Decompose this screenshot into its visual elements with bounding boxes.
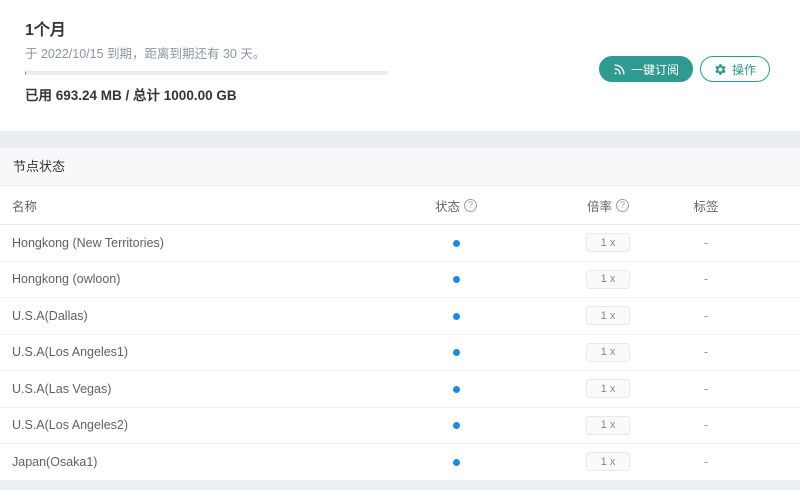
node-name: Hongkong (New Territories): [12, 235, 164, 250]
page-background-band-bottom: [0, 480, 800, 490]
node-name: U.S.A(Los Angeles2): [12, 418, 129, 433]
node-status-cell: [384, 236, 528, 250]
node-status-cell: [384, 272, 528, 286]
status-online-dot: [452, 312, 460, 320]
node-table-body: Hongkong (New Territories) 1 x - Hongkon…: [0, 225, 800, 481]
status-online-dot: [452, 422, 460, 430]
column-header-status: 状态 ?: [384, 196, 528, 215]
status-online-dot: [452, 385, 460, 393]
table-row: Hongkong (owloon) 1 x -: [0, 262, 800, 298]
node-name: U.S.A(Los Angeles1): [12, 345, 129, 360]
node-status-cell: [384, 455, 528, 469]
node-name: Hongkong (owloon): [12, 272, 121, 287]
rate-badge: 1 x: [586, 306, 630, 326]
page: 1个月 于 2022/10/15 到期，距离到期还有 30 天。 已用 693.…: [0, 0, 800, 490]
column-header-tag: 标签: [693, 199, 719, 214]
table-row: U.S.A(Dallas) 1 x -: [0, 298, 800, 335]
status-online-dot: [452, 349, 460, 357]
node-status-cell: [384, 345, 528, 359]
table-row: Japan(Osaka1) 1 x -: [0, 444, 800, 481]
node-tag: -: [703, 345, 709, 360]
section-title: 节点状态: [0, 148, 800, 186]
node-status-cell: [384, 382, 528, 396]
status-help-icon[interactable]: ?: [464, 198, 477, 212]
plan-actions: 一键订阅 操作: [598, 56, 770, 82]
plan-expiry-text: 于 2022/10/15 到期，距离到期还有 30 天。: [25, 47, 266, 61]
table-row: U.S.A(Las Vegas) 1 x -: [0, 371, 800, 408]
status-online-dot: [452, 458, 460, 466]
rate-help-icon[interactable]: ?: [616, 198, 629, 212]
column-header-name: 名称: [12, 199, 38, 214]
node-rate-cell: 1 x: [528, 233, 688, 253]
node-rate-cell: 1 x: [528, 452, 688, 472]
node-rate-cell: 1 x: [528, 342, 688, 362]
table-row: U.S.A(Los Angeles2) 1 x -: [0, 408, 800, 444]
node-tag: -: [703, 235, 709, 250]
table-row: U.S.A(Los Angeles1) 1 x -: [0, 335, 800, 371]
rate-badge: 1 x: [586, 269, 630, 289]
table-header-row: 名称 状态 ? 倍率 ? 标签: [0, 186, 800, 225]
node-rate-cell: 1 x: [528, 269, 688, 289]
subscribe-button-label: 一键订阅: [630, 62, 679, 77]
node-status-cell: [384, 309, 528, 323]
rate-badge: 1 x: [586, 233, 630, 253]
node-name: U.S.A(Dallas): [12, 308, 88, 323]
rate-badge: 1 x: [586, 342, 630, 362]
rate-badge: 1 x: [586, 452, 630, 472]
rate-badge: 1 x: [586, 415, 630, 435]
status-online-dot: [452, 276, 460, 284]
node-tag: -: [703, 418, 709, 433]
usage-text: 已用 693.24 MB / 总计 1000.00 GB: [25, 88, 237, 103]
gear-icon: [714, 63, 727, 76]
node-tag: -: [703, 454, 709, 469]
rss-icon: [613, 63, 626, 76]
status-online-dot: [452, 239, 460, 247]
node-tag: -: [703, 308, 709, 323]
node-tag: -: [703, 381, 709, 396]
nodes-card: 节点状态 名称 状态 ? 倍率 ? 标签 Hongkong (New Terri…: [0, 148, 800, 481]
node-name: Japan(Osaka1): [12, 454, 98, 469]
column-header-rate: 倍率 ?: [528, 196, 688, 215]
plan-card: 1个月 于 2022/10/15 到期，距离到期还有 30 天。 已用 693.…: [0, 0, 800, 131]
rate-badge: 1 x: [586, 379, 630, 399]
node-rate-cell: 1 x: [528, 415, 688, 435]
node-name: U.S.A(Las Vegas): [12, 381, 112, 396]
table-row: Hongkong (New Territories) 1 x -: [0, 225, 800, 262]
node-rate-cell: 1 x: [528, 306, 688, 326]
usage-progress-bar: [25, 71, 388, 75]
node-tag: -: [703, 272, 709, 287]
node-rate-cell: 1 x: [528, 379, 688, 399]
subscribe-button[interactable]: 一键订阅: [598, 56, 693, 82]
actions-button-label: 操作: [731, 62, 756, 77]
actions-button[interactable]: 操作: [699, 56, 770, 82]
plan-title: 1个月: [25, 22, 66, 39]
node-status-cell: [384, 418, 528, 432]
page-background-band: [0, 131, 800, 148]
